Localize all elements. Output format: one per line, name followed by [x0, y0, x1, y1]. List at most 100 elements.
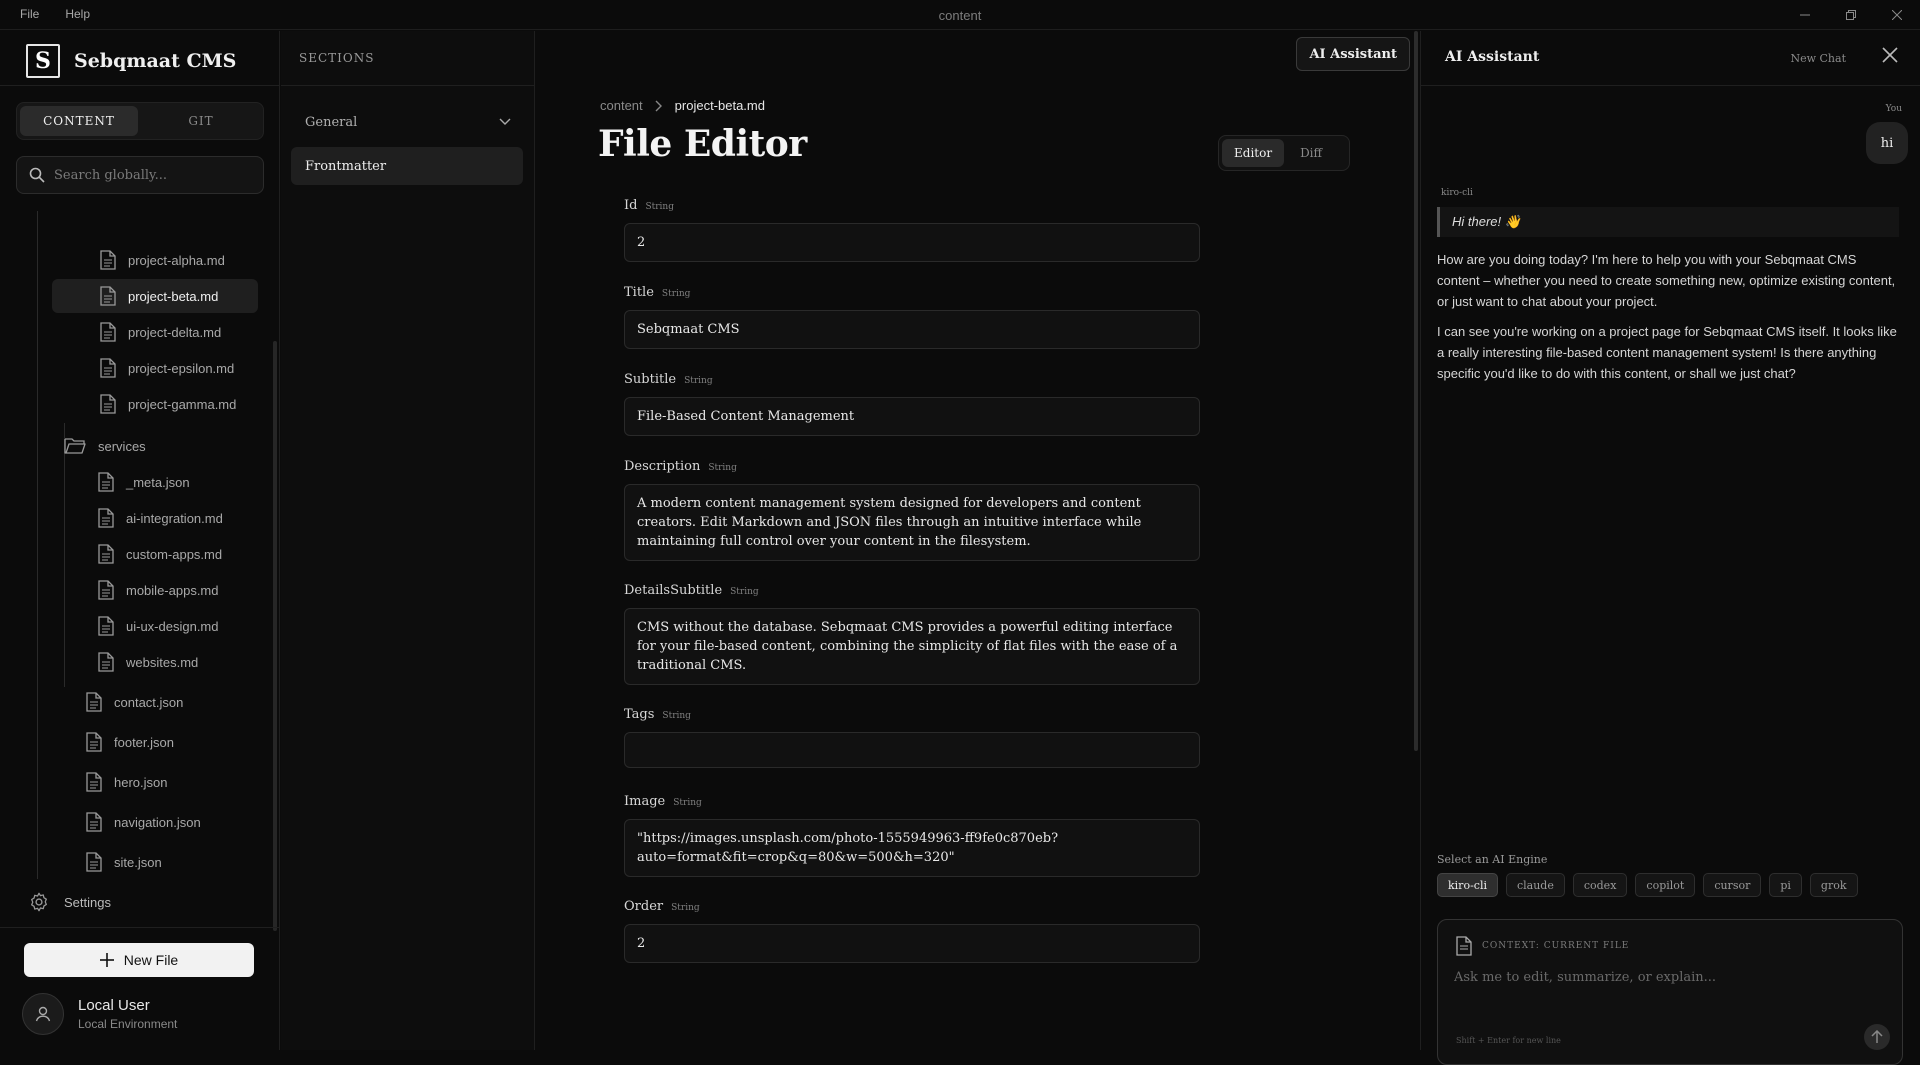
file-name: _meta.json [126, 474, 190, 490]
file-item[interactable]: project-epsilon.md [52, 351, 258, 385]
file-item[interactable]: footer.json [86, 725, 258, 759]
restore-icon[interactable] [1828, 0, 1874, 30]
engine-chip-grok[interactable]: grok [1809, 873, 1858, 897]
field-description: Description String A modern content manage… [624, 459, 1200, 561]
file-icon [100, 286, 116, 306]
sections-heading: SECTIONS [299, 51, 375, 65]
file-icon [98, 652, 114, 672]
file-icon [86, 732, 102, 752]
chat-input[interactable] [1454, 970, 1884, 1010]
field-input[interactable] [624, 732, 1200, 768]
assistant-paragraph: How are you doing today? I'm here to hel… [1437, 252, 1896, 309]
file-icon [1456, 936, 1472, 956]
settings-link[interactable]: Settings [28, 891, 111, 913]
file-item[interactable]: site.json [86, 845, 258, 879]
breadcrumb-root[interactable]: content [600, 98, 643, 113]
search-input[interactable] [54, 167, 254, 183]
file-icon [98, 580, 114, 600]
tree-guide [64, 423, 65, 687]
close-icon[interactable] [1882, 47, 1898, 63]
user-profile[interactable]: Local User Local Environment [22, 993, 177, 1035]
file-item[interactable]: custom-apps.md [98, 537, 258, 571]
field-input[interactable]: "https://images.unsplash.com/photo-15559… [624, 819, 1200, 877]
field-order: Order String 2 [624, 899, 1200, 963]
file-item[interactable]: hero.json [86, 765, 258, 799]
tab-content[interactable]: CONTENT [20, 106, 138, 136]
field-label: Order String [624, 899, 1200, 914]
file-item[interactable]: contact.json [86, 685, 258, 719]
ai-assistant-panel: AI Assistant New Chat You hi kiro-cli Hi… [1420, 31, 1920, 1065]
engine-chip-claude[interactable]: claude [1505, 873, 1565, 897]
user-name: Local User [78, 997, 150, 1014]
arrow-up-icon [1871, 1030, 1883, 1043]
gear-icon [31, 892, 47, 912]
field-input[interactable]: File-Based Content Management [624, 397, 1200, 436]
field-type: String [708, 463, 737, 473]
field-input[interactable]: A modern content management system desig… [624, 484, 1200, 561]
engine-chip-codex[interactable]: codex [1572, 873, 1628, 897]
folder-services[interactable]: services [64, 429, 254, 463]
file-item[interactable]: _meta.json [98, 465, 258, 499]
mode-diff[interactable]: Diff [1288, 139, 1334, 167]
context-label: CONTEXT: CURRENT FILE [1482, 941, 1630, 951]
field-type: String [661, 289, 691, 299]
file-item[interactable]: navigation.json [86, 805, 258, 839]
file-item[interactable]: project-beta.md [52, 279, 258, 313]
file-name: ui-ux-design.md [126, 618, 219, 634]
field-type: String [730, 587, 759, 597]
global-search [16, 156, 264, 194]
file-icon [86, 692, 102, 712]
sections-panel: SECTIONS General Frontmatter [281, 31, 535, 1050]
field-input[interactable]: 2 [624, 924, 1200, 963]
assistant-message-label: kiro-cli [1441, 188, 1473, 198]
file-icon [100, 322, 116, 342]
close-window-icon[interactable] [1874, 0, 1920, 30]
engine-chip-copilot[interactable]: copilot [1635, 873, 1696, 897]
engine-chip-cursor[interactable]: cursor [1703, 873, 1762, 897]
file-icon [98, 472, 114, 492]
field-input[interactable]: CMS without the database. Sebqmaat CMS p… [624, 608, 1200, 685]
minimize-icon[interactable] [1782, 0, 1828, 30]
ai-assistant-button[interactable]: AI Assistant [1296, 37, 1410, 71]
field-image: Image String "https://images.unsplash.com/… [624, 794, 1200, 877]
editor-scrollbar[interactable] [1414, 31, 1419, 1050]
send-button[interactable] [1864, 1024, 1890, 1050]
engine-selector: kiro-cli claude codex copilot cursor pi grok [1437, 873, 1858, 897]
scrollbar-thumb[interactable] [1414, 31, 1418, 751]
new-file-button[interactable]: New File [24, 943, 254, 977]
engine-chip-pi[interactable]: pi [1769, 873, 1802, 897]
file-icon [98, 616, 114, 636]
file-item[interactable]: project-alpha.md [52, 243, 258, 277]
section-item-frontmatter[interactable]: Frontmatter [291, 147, 523, 185]
view-mode-toggle: Editor Diff [1218, 135, 1350, 171]
field-subtitle: Subtitle String File-Based Content Managem… [624, 372, 1200, 436]
file-item[interactable]: project-delta.md [52, 315, 258, 349]
engine-chip-kiro-cli[interactable]: kiro-cli [1437, 873, 1498, 897]
section-group-general[interactable]: General [291, 107, 523, 137]
chevron-down-icon [499, 118, 511, 125]
field-detailssubtitle: DetailsSubtitle String CMS without the dat… [624, 583, 1200, 685]
field-name: DetailsSubtitle [624, 583, 723, 598]
file-item[interactable]: ai-integration.md [98, 501, 258, 535]
window-controls [1782, 0, 1920, 30]
file-item[interactable]: mobile-apps.md [98, 573, 258, 607]
field-name: Id [624, 198, 638, 213]
file-item[interactable]: websites.md [98, 645, 258, 679]
tab-git[interactable]: GIT [142, 106, 260, 136]
field-input[interactable]: 2 [624, 223, 1200, 262]
new-chat-button[interactable]: New Chat [1790, 52, 1846, 65]
field-type: String [684, 376, 713, 386]
file-icon [98, 544, 114, 564]
file-item[interactable]: project-gamma.md [52, 387, 258, 421]
assistant-paragraph: I can see you're working on a project pa… [1437, 324, 1897, 381]
field-type: String [662, 711, 691, 721]
field-name: Description [624, 459, 701, 474]
sidebar-scrollbar[interactable] [273, 341, 277, 931]
file-icon [100, 250, 116, 270]
file-name: contact.json [114, 694, 184, 710]
file-item[interactable]: ui-ux-design.md [98, 609, 258, 643]
chat-composer: CONTEXT: CURRENT FILE Shift + Enter for … [1437, 919, 1903, 1065]
field-input[interactable]: Sebqmaat CMS [624, 310, 1200, 349]
file-name: hero.json [114, 774, 168, 790]
mode-editor[interactable]: Editor [1222, 139, 1285, 167]
